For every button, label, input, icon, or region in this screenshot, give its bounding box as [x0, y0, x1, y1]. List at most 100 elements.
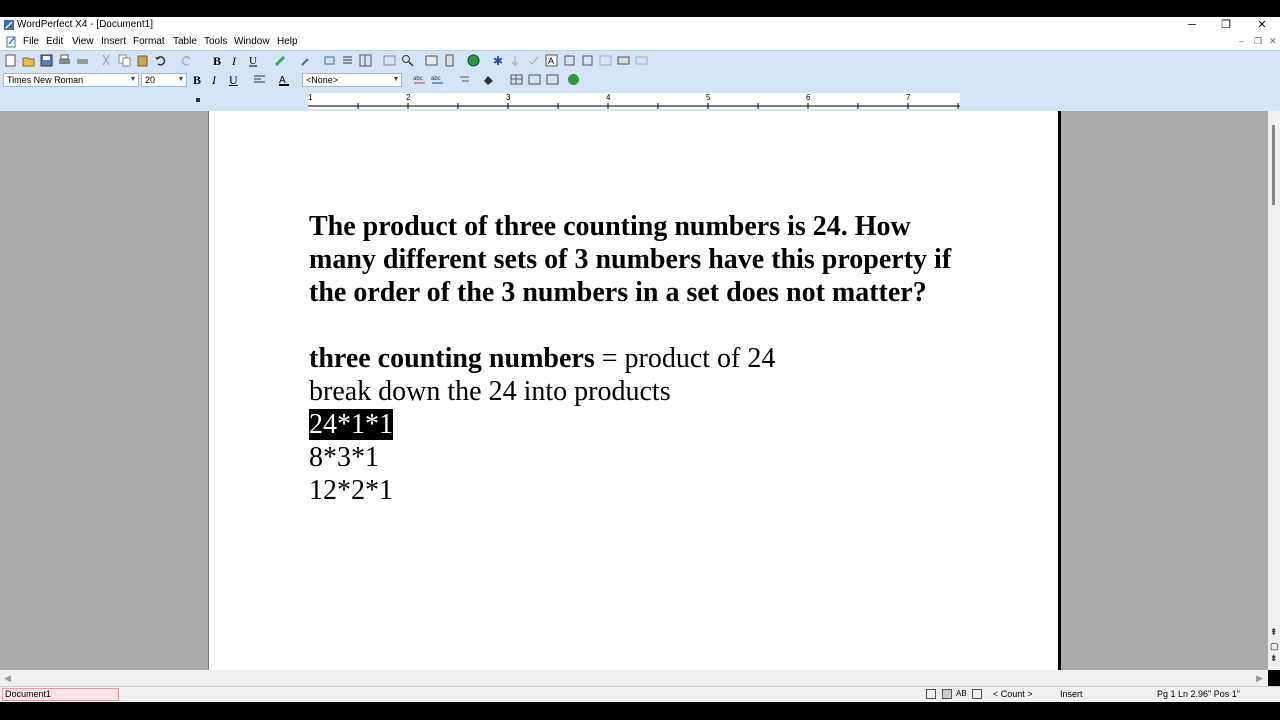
font-color-icon[interactable]: A	[278, 73, 291, 86]
question-line-1: The product of three counting numbers is…	[309, 211, 911, 242]
question-line-2: many different sets of 3 numbers have th…	[309, 244, 952, 275]
menu-view[interactable]: View	[72, 36, 94, 47]
screen-bottom-border	[0, 702, 1280, 720]
table-icon[interactable]	[599, 54, 612, 67]
columns-icon[interactable]	[359, 54, 372, 67]
printer-status-icon[interactable]	[972, 689, 982, 699]
paste-icon[interactable]	[136, 54, 149, 67]
shapes-icon[interactable]	[563, 54, 576, 67]
scroll-left-icon[interactable]: ◀	[4, 673, 11, 684]
zoom-icon[interactable]	[401, 54, 414, 67]
bold-button[interactable]: B	[193, 73, 201, 87]
cut-icon[interactable]	[100, 54, 113, 67]
ruler-label: 4	[606, 93, 611, 102]
outline-icon[interactable]	[458, 73, 471, 86]
globe-icon[interactable]	[467, 54, 480, 67]
edit-check-icon[interactable]	[527, 54, 540, 67]
ruler-label: 1	[308, 93, 313, 102]
menu-format[interactable]: Format	[133, 36, 165, 47]
links-icon[interactable]	[635, 54, 648, 67]
document-page[interactable]: The product of three counting numbers is…	[208, 111, 1059, 670]
open-icon[interactable]	[22, 54, 35, 67]
print-icon[interactable]	[58, 54, 71, 67]
page-up-icon[interactable]: ⇞	[1270, 627, 1278, 638]
font-name-dropdown[interactable]: Times New Roman ▼	[3, 73, 139, 87]
insert-mode-indicator[interactable]: Insert	[1060, 689, 1083, 699]
document-tab[interactable]: Document1	[2, 688, 119, 701]
menu-help[interactable]: Help	[277, 36, 298, 47]
ruler[interactable]: 1 2 3 4 5 6 7	[308, 93, 960, 109]
symbols-icon[interactable]: ✱	[491, 54, 504, 67]
save-icon[interactable]	[40, 54, 53, 67]
restore-button[interactable]: ❐	[1214, 18, 1238, 33]
menu-bar: File Edit View Insert Format Table Tools…	[0, 34, 1280, 50]
svg-text:abc: abc	[413, 76, 423, 82]
count-button[interactable]: < Count >	[993, 689, 1033, 699]
vertical-scroll-thumb[interactable]	[1272, 125, 1275, 205]
bold-toolbar-icon[interactable]: B	[211, 54, 224, 67]
format-painter-icon[interactable]	[300, 54, 313, 67]
macro-icon[interactable]	[617, 54, 630, 67]
copy-icon[interactable]	[118, 54, 131, 67]
undo-icon[interactable]	[154, 54, 167, 67]
bullets-icon[interactable]	[341, 54, 354, 67]
menu-edit[interactable]: Edit	[46, 36, 63, 47]
ruler-label: 3	[506, 93, 511, 102]
svg-text:abc: abc	[431, 76, 441, 82]
vertical-scrollbar[interactable]: ⇞ ▢ ⇟	[1268, 111, 1280, 670]
scroll-right-icon[interactable]: ▶	[1256, 673, 1263, 684]
screen-top-border	[0, 0, 1280, 17]
comment-icon[interactable]	[581, 54, 594, 67]
redo-icon[interactable]	[180, 54, 193, 67]
menu-table[interactable]: Table	[173, 36, 197, 47]
bold-phrase: three counting numbers	[309, 343, 595, 374]
table-format-icon[interactable]	[510, 73, 523, 86]
document-icon[interactable]	[6, 36, 17, 48]
document-workspace: The product of three counting numbers is…	[0, 111, 1268, 670]
horizontal-scrollbar[interactable]: ◀ ▶	[0, 670, 1268, 686]
font-size-dropdown[interactable]: 20 ▼	[141, 73, 187, 87]
menu-window[interactable]: Window	[234, 36, 270, 47]
page-down-icon[interactable]: ⇟	[1270, 653, 1278, 664]
line-break-down: break down the 24 into products	[309, 376, 671, 407]
new-document-icon[interactable]	[4, 54, 17, 67]
hyperlink-icon[interactable]	[323, 54, 336, 67]
page-icon[interactable]: ▢	[1270, 641, 1279, 652]
graphics-icon[interactable]	[383, 54, 396, 67]
doc-minimize-button[interactable]: –	[1239, 36, 1244, 46]
textart-icon[interactable]	[443, 54, 456, 67]
menu-insert[interactable]: Insert	[101, 36, 126, 47]
highlight-icon[interactable]	[274, 54, 287, 67]
print-preview-icon[interactable]	[76, 54, 89, 67]
minimize-button[interactable]: ─	[1180, 18, 1204, 33]
style-dropdown[interactable]: <None> ▼	[302, 73, 402, 87]
doc-restore-button[interactable]: ❐	[1254, 36, 1262, 47]
fill-icon[interactable]	[482, 73, 495, 86]
table-sum-icon[interactable]	[546, 73, 559, 86]
justification-icon[interactable]	[253, 73, 266, 86]
italic-toolbar-icon[interactable]: I	[229, 54, 242, 67]
view-page-icon[interactable]	[926, 689, 936, 699]
menu-file[interactable]: File	[23, 36, 39, 47]
spell-check-icon[interactable]: abc	[413, 73, 426, 86]
ruler-label: 7	[906, 93, 911, 102]
chart-icon[interactable]	[425, 54, 438, 67]
selected-text[interactable]: 24*1*1	[309, 409, 393, 440]
sort-icon[interactable]	[509, 54, 522, 67]
underline-button[interactable]: U	[229, 73, 238, 87]
underline-toolbar-icon[interactable]: U	[247, 54, 260, 67]
ruler-tab-marker[interactable]	[196, 98, 200, 102]
svg-text:U: U	[249, 55, 257, 67]
window-title: WordPerfect X4 - [Document1]	[17, 19, 153, 30]
spell-status-icon[interactable]: AB	[956, 689, 967, 698]
text-cursor-icon[interactable]	[942, 689, 952, 699]
wordperfect-app-icon	[3, 19, 15, 31]
grammar-check-icon[interactable]: abc	[431, 73, 444, 86]
italic-button[interactable]: I	[212, 73, 216, 87]
doc-close-button[interactable]: ✕	[1269, 36, 1277, 47]
menu-tools[interactable]: Tools	[204, 36, 227, 47]
web-icon[interactable]	[567, 73, 580, 86]
close-button[interactable]: ✕	[1250, 18, 1274, 33]
quickfit-icon[interactable]	[528, 73, 541, 86]
text-box-icon[interactable]: A	[545, 54, 558, 67]
